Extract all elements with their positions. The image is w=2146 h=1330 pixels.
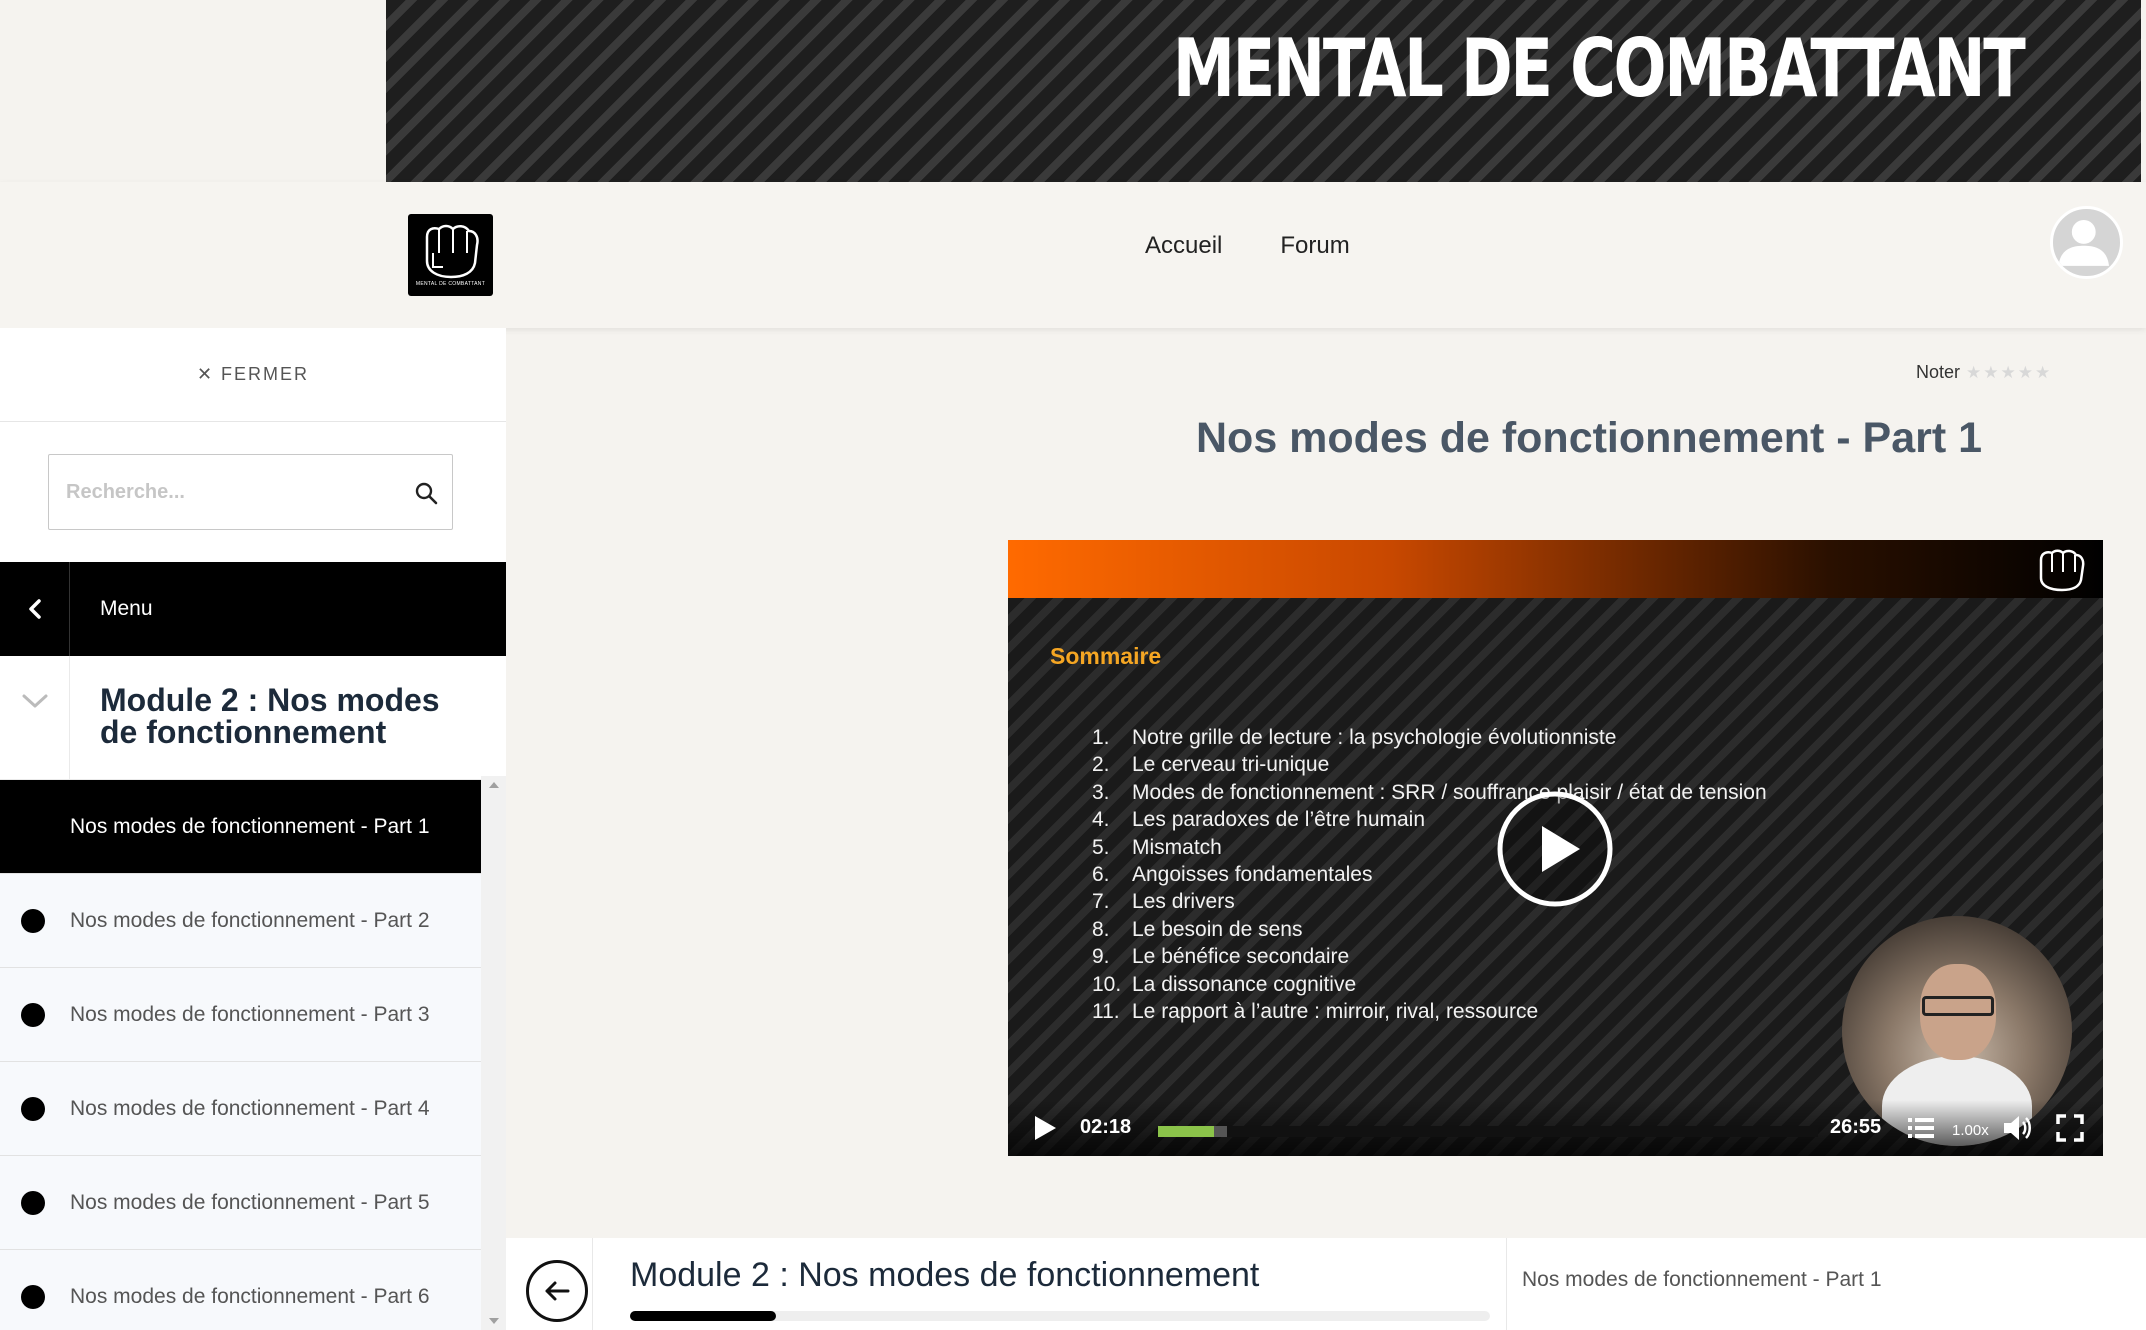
current-time: 02:18 xyxy=(1080,1116,1132,1138)
toc-item: 6. Angoisses fondamentales xyxy=(1092,863,1373,887)
lesson-item-part-6[interactable]: Nos modes de fonctionnement - Part 6 xyxy=(0,1250,481,1330)
menu-bar: Menu xyxy=(0,562,506,656)
lesson-item-part-5[interactable]: Nos modes de fonctionnement - Part 5 xyxy=(0,1156,481,1250)
toc-item: 8. Le besoin de sens xyxy=(1092,917,1303,941)
module-toggle[interactable] xyxy=(0,656,70,779)
lesson-dot xyxy=(21,1003,45,1027)
search-box xyxy=(48,454,453,530)
close-sidebar-button[interactable]: ✕ FERMER xyxy=(197,364,309,385)
toc-item: 9. Le bénéfice secondaire xyxy=(1092,945,1350,969)
user-silhouette-icon xyxy=(2058,220,2109,266)
menu-back-button[interactable] xyxy=(0,562,70,656)
logo-caption: MENTAL DE COMBATTANT xyxy=(415,281,486,287)
module-header[interactable]: Module 2 : Nos modes de fonctionnement xyxy=(0,656,506,780)
presenter-glasses xyxy=(1922,996,1994,1016)
lesson-item-part-4[interactable]: Nos modes de fonctionnement - Part 4 xyxy=(0,1062,481,1156)
previous-lesson-button[interactable] xyxy=(526,1260,588,1322)
lesson-dot xyxy=(21,1097,45,1121)
lesson-dot xyxy=(21,909,45,933)
footer-divider xyxy=(1506,1238,1507,1330)
search-icon[interactable] xyxy=(414,481,438,505)
main-nav: Accueil Forum xyxy=(1145,232,1350,260)
video-progress-fill xyxy=(1158,1126,1215,1137)
site-banner: MENTAL DE COMBATTANT xyxy=(386,0,2141,182)
toc-item: 7. Les drivers xyxy=(1092,890,1235,914)
slide-header-band xyxy=(1008,540,2103,598)
module-progress-bar xyxy=(630,1311,1490,1321)
star-rating-icon[interactable]: ★★★★★ xyxy=(1966,363,2052,383)
toc-item: 10. La dissonance cognitive xyxy=(1092,972,1357,996)
lesson-footer: Module 2 : Nos modes de fonctionnement N… xyxy=(506,1238,2146,1330)
chapters-list-icon[interactable] xyxy=(1908,1116,1934,1140)
lesson-list: Nos modes de fonctionnement - Part 1 Nos… xyxy=(0,780,481,1330)
module-progress-fill xyxy=(630,1311,777,1321)
search-input[interactable] xyxy=(49,455,389,529)
lesson-label: Nos modes de fonctionnement - Part 3 xyxy=(70,1002,430,1026)
scroll-down-icon[interactable] xyxy=(489,1318,499,1324)
footer-divider xyxy=(592,1238,593,1330)
fullscreen-icon[interactable] xyxy=(2056,1114,2084,1142)
slide-heading: Sommaire xyxy=(1050,643,1162,669)
toc-item: 11. Le rapport à l’autre : mirroir, rival… xyxy=(1092,1000,1539,1024)
toc-item: 5. Mismatch xyxy=(1092,835,1222,859)
lesson-item-part-1[interactable]: Nos modes de fonctionnement - Part 1 xyxy=(0,780,481,874)
banner-title: MENTAL DE COMBATTANT xyxy=(1172,22,2025,115)
lesson-dot xyxy=(21,1285,45,1309)
site-header: MENTAL DE COMBATTANT Accueil Forum xyxy=(0,182,2146,328)
play-icon[interactable] xyxy=(1032,1114,1058,1142)
duration: 26:55 xyxy=(1830,1116,1882,1138)
video-controls: 02:18 26:55 1.00x xyxy=(1008,1100,2103,1156)
user-avatar[interactable] xyxy=(2050,206,2123,279)
toc-item: 2. Le cerveau tri-unique xyxy=(1092,753,1330,777)
search-section xyxy=(0,422,506,562)
play-overlay-icon[interactable] xyxy=(1496,790,1614,908)
site-logo[interactable]: MENTAL DE COMBATTANT xyxy=(408,214,493,296)
video-progress-bar[interactable] xyxy=(1158,1126,1818,1137)
chevron-left-icon xyxy=(28,599,41,619)
module-title: Module 2 : Nos modes de fonctionnement xyxy=(100,682,440,750)
toc-item: 3. Modes de fonctionnement : SRR / souffr… xyxy=(1092,780,1767,804)
lesson-label: Nos modes de fonctionnement - Part 1 xyxy=(70,814,430,838)
volume-icon[interactable] xyxy=(2002,1114,2032,1142)
fist-logo-icon xyxy=(425,224,479,279)
banner-spacer xyxy=(0,0,386,182)
menu-label: Menu xyxy=(100,597,153,620)
nav-forum[interactable]: Forum xyxy=(1280,232,1349,260)
course-sidebar: ✕ FERMER Menu Module 2 : Nos modes de fo… xyxy=(0,328,506,1330)
playback-speed[interactable]: 1.00x xyxy=(1952,1122,1989,1139)
fist-logo-icon xyxy=(2039,549,2085,592)
lesson-label: Nos modes de fonctionnement - Part 5 xyxy=(70,1190,430,1214)
lesson-label: Nos modes de fonctionnement - Part 6 xyxy=(70,1284,430,1308)
lesson-item-part-3[interactable]: Nos modes de fonctionnement - Part 3 xyxy=(0,968,481,1062)
toc-item: 1. Notre grille de lecture : la psycholog… xyxy=(1092,726,1617,749)
sidebar-scrollbar[interactable] xyxy=(481,776,506,1330)
lesson-label: Nos modes de fonctionnement - Part 4 xyxy=(70,1096,430,1120)
scroll-up-icon[interactable] xyxy=(489,782,499,788)
rating-widget: Noter ★★★★★ xyxy=(1916,362,2052,383)
nav-accueil[interactable]: Accueil xyxy=(1145,232,1222,260)
chevron-down-icon xyxy=(22,694,47,708)
page-title: Nos modes de fonctionnement - Part 1 xyxy=(1196,414,1983,462)
lesson-item-part-2[interactable]: Nos modes de fonctionnement - Part 2 xyxy=(0,874,481,968)
footer-current-lesson: Nos modes de fonctionnement - Part 1 xyxy=(1522,1268,1882,1291)
toc-item: 4. Les paradoxes de l’être humain xyxy=(1092,808,1426,832)
lesson-dot xyxy=(21,1191,45,1215)
lesson-label: Nos modes de fonctionnement - Part 2 xyxy=(70,908,430,932)
rating-label: Noter xyxy=(1916,362,1961,382)
video-player[interactable]: Sommaire 1. Notre grille de lecture : la … xyxy=(1008,540,2103,1156)
footer-module-title: Module 2 : Nos modes de fonctionnement xyxy=(630,1256,1260,1294)
arrow-left-icon xyxy=(545,1281,570,1301)
close-row: ✕ FERMER xyxy=(0,328,506,422)
slide-toc: 1. Notre grille de lecture : la psycholog… xyxy=(1092,724,1767,1025)
